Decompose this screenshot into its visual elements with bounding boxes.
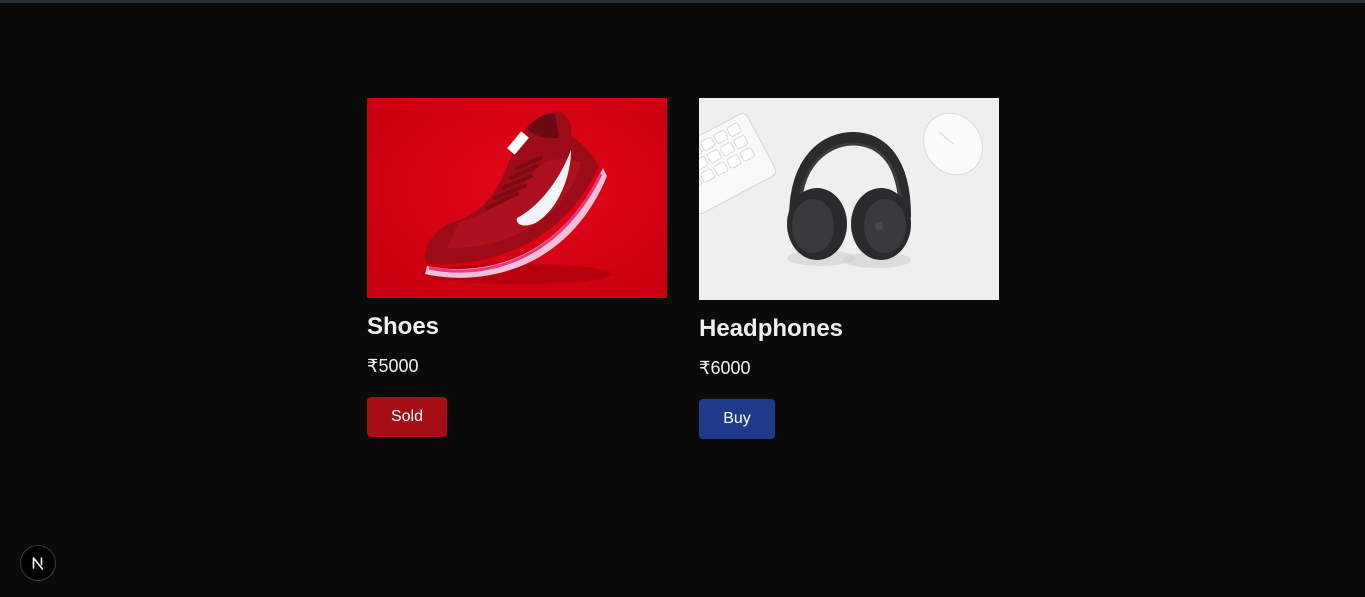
product-card-shoes: Shoes ₹5000 Sold: [367, 98, 667, 439]
sneaker-illustration: [367, 98, 667, 298]
sold-button[interactable]: Sold: [367, 397, 447, 437]
product-name: Shoes: [367, 313, 440, 340]
headphones-keyboard-image: [699, 98, 999, 300]
product-card-headphones: Headphones ₹6000 Buy: [699, 98, 999, 439]
red-sneaker-image: [367, 98, 667, 298]
top-border: [0, 0, 1365, 3]
nextjs-dev-indicator[interactable]: [20, 545, 56, 581]
nextjs-logo-icon: [32, 557, 44, 570]
headphones-illustration: [699, 98, 999, 300]
product-name: Headphones: [699, 315, 844, 342]
product-price: ₹6000: [699, 358, 751, 378]
buy-button[interactable]: Buy: [699, 399, 775, 439]
product-grid: Shoes ₹5000 Sold Headphones ₹6000 Buy: [367, 98, 999, 439]
product-price: ₹5000: [367, 356, 419, 376]
